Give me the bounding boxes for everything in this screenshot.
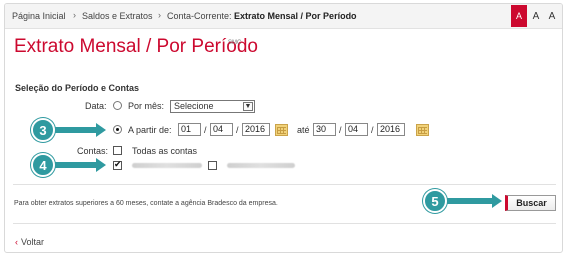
callout-badge-3: 3 bbox=[31, 118, 55, 142]
calendar-icon[interactable] bbox=[416, 124, 429, 136]
todas-contas-checkbox[interactable] bbox=[113, 146, 122, 155]
divider bbox=[13, 184, 556, 185]
voltar-label: Voltar bbox=[21, 237, 45, 247]
chevron-left-icon: ‹ bbox=[15, 237, 18, 247]
page-frame: Página Inicial › Saldos e Extratos › Con… bbox=[4, 3, 563, 253]
chevron-down-icon: ▼ bbox=[243, 102, 253, 111]
from-year-input[interactable]: 2016 bbox=[242, 123, 270, 136]
buscar-button[interactable]: Buscar bbox=[505, 195, 556, 211]
por-mes-select-value: Selecione bbox=[174, 101, 214, 111]
from-month-input[interactable]: 04 bbox=[210, 123, 233, 136]
date-separator: / bbox=[204, 125, 207, 135]
callout-arrow-head bbox=[96, 123, 106, 137]
page-title: Extrato Mensal / Por Período bbox=[14, 36, 258, 57]
font-size-large-button[interactable]: A bbox=[511, 5, 527, 27]
callout-arrow bbox=[55, 127, 97, 133]
footer-note: Para obter extratos superiores a 60 mese… bbox=[14, 200, 278, 207]
font-size-small-button[interactable]: A bbox=[544, 5, 560, 27]
to-month-input[interactable]: 04 bbox=[345, 123, 368, 136]
callout-arrow-head bbox=[492, 194, 502, 208]
callout-arrow bbox=[55, 162, 97, 168]
breadcrumb-separator-icon: › bbox=[73, 10, 76, 20]
account-name-redacted bbox=[132, 163, 202, 168]
divider bbox=[13, 223, 556, 224]
contas-label: Contas: bbox=[77, 146, 109, 156]
date-separator: / bbox=[339, 125, 342, 135]
callout-badge-4: 4 bbox=[31, 153, 55, 177]
section-title: Seleção do Período e Contas bbox=[15, 83, 140, 93]
breadcrumb-saldos-extratos[interactable]: Saldos e Extratos bbox=[82, 11, 153, 21]
from-day-input[interactable]: 01 bbox=[178, 123, 201, 136]
breadcrumb-current: Conta-Corrente: Extrato Mensal / Por Per… bbox=[167, 11, 357, 21]
breadcrumb-separator-icon: › bbox=[158, 10, 161, 20]
por-mes-select[interactable]: Selecione ▼ bbox=[170, 100, 255, 113]
date-separator: / bbox=[236, 125, 239, 135]
to-day-input[interactable]: 30 bbox=[313, 123, 336, 136]
a-partir-label: A partir de: bbox=[128, 125, 172, 135]
to-year-input[interactable]: 2016 bbox=[377, 123, 405, 136]
voltar-link[interactable]: ‹ Voltar bbox=[15, 237, 44, 247]
por-mes-radio[interactable] bbox=[113, 101, 122, 110]
callout-arrow-head bbox=[96, 158, 106, 172]
calendar-icon[interactable] bbox=[275, 124, 288, 136]
ate-label: até bbox=[297, 125, 310, 135]
data-label: Data: bbox=[85, 101, 107, 111]
por-mes-label: Por mês: bbox=[128, 101, 165, 111]
top-bar: Página Inicial › Saldos e Extratos › Con… bbox=[5, 4, 562, 29]
account-checkbox[interactable] bbox=[208, 161, 217, 170]
account-name-redacted bbox=[227, 163, 295, 168]
callout-arrow bbox=[447, 198, 493, 204]
callout-badge-5: 5 bbox=[423, 189, 447, 213]
a-partir-radio[interactable] bbox=[113, 125, 122, 134]
todas-contas-label: Todas as contas bbox=[132, 146, 198, 156]
breadcrumb-home[interactable]: Página Inicial bbox=[12, 11, 66, 21]
account-checkbox[interactable] bbox=[113, 159, 122, 170]
date-separator: / bbox=[371, 125, 374, 135]
page-title-sup: SMC bbox=[228, 40, 242, 46]
font-size-medium-button[interactable]: A bbox=[528, 5, 544, 27]
